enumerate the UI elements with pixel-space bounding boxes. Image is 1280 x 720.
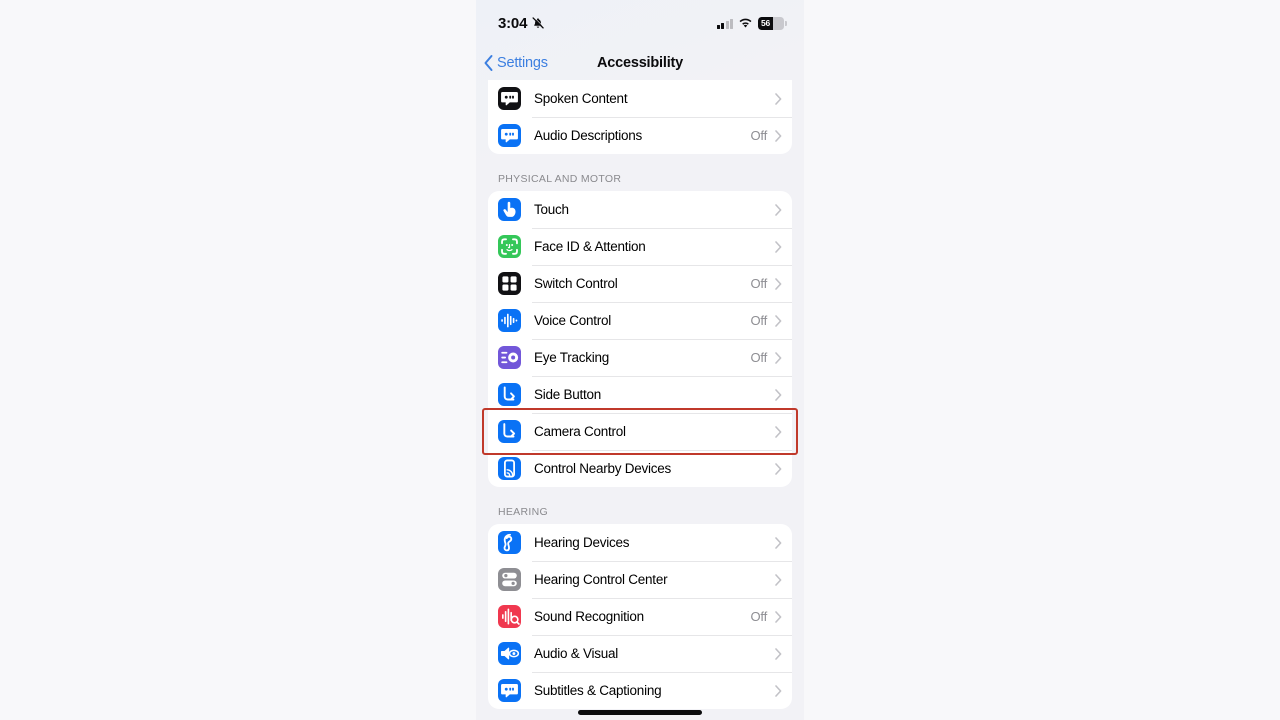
list-item[interactable]: Side Button (488, 376, 792, 413)
list-item[interactable]: Touch (488, 191, 792, 228)
list-item-value: Off (750, 276, 767, 291)
settings-list[interactable]: Spoken Content Audio Descriptions Off PHY… (476, 80, 804, 709)
list-item[interactable]: Voice Control Off (488, 302, 792, 339)
section-header: HEARING (498, 506, 548, 518)
section-header: PHYSICAL AND MOTOR (498, 173, 622, 185)
list-item-label: Hearing Control Center (534, 572, 668, 587)
chevron-right-icon (775, 462, 782, 475)
list-item-label: Audio & Visual (534, 646, 619, 661)
list-item[interactable]: Control Nearby Devices (488, 450, 792, 487)
list-item-label: Camera Control (534, 424, 626, 439)
settings-group: Touch Face ID & Attention Switch Control… (488, 191, 792, 487)
audio-descriptions-icon (498, 124, 521, 147)
settings-group: Hearing Devices Hearing Control Center S… (488, 524, 792, 709)
list-item-label: Subtitles & Captioning (534, 683, 662, 698)
list-item-value: Off (750, 350, 767, 365)
list-item-value: Off (750, 128, 767, 143)
list-item[interactable]: Hearing Devices (488, 524, 792, 561)
phone-viewport: 3:04 56 Settings Accessibility Spoken Co… (476, 0, 804, 720)
chevron-right-icon (775, 129, 782, 142)
list-item[interactable]: Audio & Visual (488, 635, 792, 672)
home-indicator (578, 710, 702, 715)
face-id-icon (498, 235, 521, 258)
chevron-right-icon (775, 425, 782, 438)
battery-percent-label: 56 (761, 18, 771, 28)
list-item-label: Hearing Devices (534, 535, 630, 550)
list-item[interactable]: Subtitles & Captioning (488, 672, 792, 709)
list-item[interactable]: Face ID & Attention (488, 228, 792, 265)
chevron-right-icon (775, 92, 782, 105)
cellular-bars-icon (716, 18, 733, 29)
side-button-icon (498, 383, 521, 406)
list-item-value: Off (750, 313, 767, 328)
screenshot-stage: 3:04 56 Settings Accessibility Spoken Co… (0, 0, 1280, 720)
list-item-label: Eye Tracking (534, 350, 610, 365)
switch-control-icon (498, 272, 521, 295)
list-item[interactable]: Spoken Content (488, 80, 792, 117)
chevron-right-icon (775, 647, 782, 660)
clock-time: 3:04 (498, 14, 528, 32)
audio-visual-icon (498, 642, 521, 665)
chevron-right-icon (775, 240, 782, 253)
hearing-control-center-icon (498, 568, 521, 591)
navigation-bar: Settings Accessibility (476, 46, 804, 80)
chevron-right-icon (775, 684, 782, 697)
sound-recognition-icon (498, 605, 521, 628)
status-bar-right: 56 (716, 16, 787, 30)
status-bar: 3:04 56 (476, 0, 804, 46)
hearing-devices-icon (498, 531, 521, 554)
list-item-label: Face ID & Attention (534, 239, 646, 254)
list-item-label: Touch (534, 202, 569, 217)
list-item-label: Spoken Content (534, 91, 628, 106)
list-item[interactable]: Switch Control Off (488, 265, 792, 302)
nearby-devices-icon (498, 457, 521, 480)
subtitles-captioning-icon (498, 679, 521, 702)
spoken-content-icon (498, 87, 521, 110)
chevron-right-icon (775, 203, 782, 216)
list-item-label: Control Nearby Devices (534, 461, 672, 476)
bell-slash-icon (532, 16, 545, 29)
settings-group: Spoken Content Audio Descriptions Off (488, 80, 792, 154)
list-item-label: Voice Control (534, 313, 612, 328)
chevron-right-icon (775, 351, 782, 364)
chevron-right-icon (775, 314, 782, 327)
list-item-label: Audio Descriptions (534, 128, 643, 143)
list-item[interactable]: Sound Recognition Off (488, 598, 792, 635)
voice-control-icon (498, 309, 521, 332)
touch-hand-icon (498, 198, 521, 221)
list-item-label: Sound Recognition (534, 609, 644, 624)
chevron-right-icon (775, 610, 782, 623)
chevron-left-icon (484, 55, 493, 71)
chevron-right-icon (775, 388, 782, 401)
battery-icon: 56 (758, 16, 787, 30)
camera-control-icon (498, 420, 521, 443)
eye-tracking-icon (498, 346, 521, 369)
list-item-label: Side Button (534, 387, 602, 402)
chevron-right-icon (775, 277, 782, 290)
chevron-right-icon (775, 573, 782, 586)
list-item[interactable]: Camera Control (488, 413, 792, 450)
list-item[interactable]: Eye Tracking Off (488, 339, 792, 376)
status-bar-left: 3:04 (498, 15, 545, 32)
list-item-label: Switch Control (534, 276, 618, 291)
wifi-icon (739, 18, 752, 28)
chevron-right-icon (775, 536, 782, 549)
back-button[interactable]: Settings (483, 54, 548, 72)
back-button-label: Settings (497, 55, 548, 71)
list-item-value: Off (750, 609, 767, 624)
list-item[interactable]: Audio Descriptions Off (488, 117, 792, 154)
list-item[interactable]: Hearing Control Center (488, 561, 792, 598)
